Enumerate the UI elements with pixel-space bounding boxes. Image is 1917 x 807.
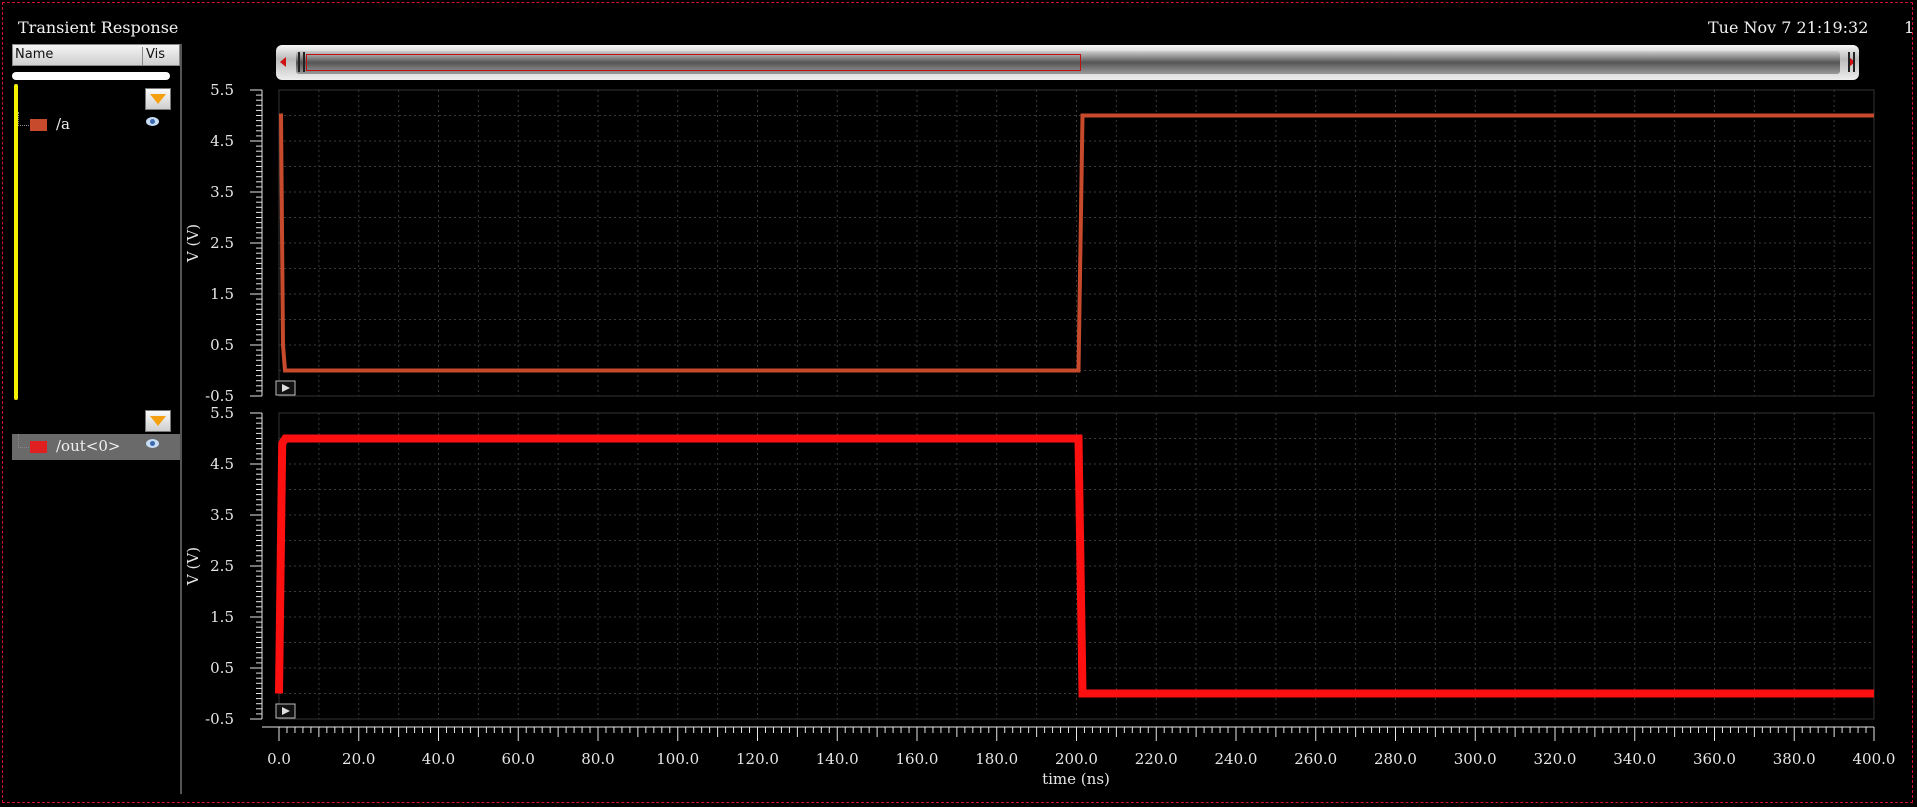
date-time-label: Tue Nov 7 21:19:32 [1708, 18, 1869, 37]
signal-name: /a [56, 115, 70, 133]
visible-range-window [306, 54, 1081, 71]
subwindow-number: 1 [1904, 18, 1915, 37]
filter-icon[interactable] [145, 88, 171, 110]
name-column-header[interactable]: Name [15, 47, 53, 62]
signal-name: /out<0> [56, 437, 121, 455]
left-grip-handle[interactable] [298, 52, 305, 72]
tree-connector [18, 112, 29, 126]
zoom-scrollbar[interactable] [276, 45, 1859, 80]
filter-icon[interactable] [145, 410, 171, 432]
vis-column-header[interactable]: Vis [142, 47, 165, 65]
signal-color-swatch [30, 441, 47, 453]
eye-icon[interactable] [146, 117, 159, 126]
signal-list-header: Name Vis [12, 44, 180, 66]
signal-item-a[interactable]: /a [12, 112, 180, 138]
signal-item-out0[interactable]: /out<0> [12, 434, 180, 460]
signal-browser-panel: Name Vis /a /out<0> [12, 44, 182, 794]
signal-color-swatch [30, 119, 47, 131]
eye-icon[interactable] [146, 439, 159, 448]
window-frame [2, 2, 1913, 803]
scroll-left-arrow-icon[interactable] [280, 57, 286, 67]
right-grip-handle[interactable] [1848, 52, 1855, 72]
window-title: Transient Response [18, 18, 179, 37]
tree-connector [18, 434, 29, 448]
strip-splitter-bar[interactable] [12, 72, 170, 80]
